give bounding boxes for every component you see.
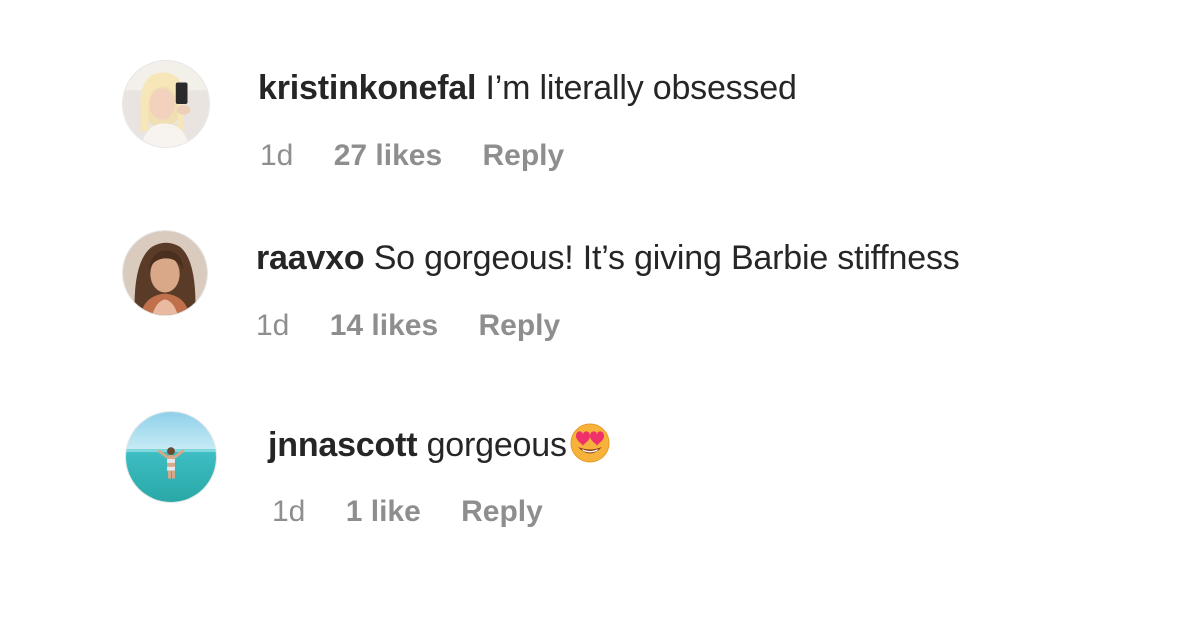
comment-text: kristinkonefal I’m literally obsessed	[258, 68, 797, 108]
avatar[interactable]	[122, 60, 210, 148]
comment-message: gorgeous	[426, 426, 567, 464]
comment-meta: 1d 1 like Reply	[272, 494, 543, 530]
avatar[interactable]	[125, 411, 217, 503]
comment-item: raavxo So gorgeous! It’s giving Barbie s…	[0, 230, 1200, 380]
avatar[interactable]	[122, 230, 208, 316]
reply-button[interactable]: Reply	[479, 308, 561, 344]
comment-username[interactable]: kristinkonefal	[258, 69, 476, 107]
reply-button[interactable]: Reply	[461, 494, 543, 530]
comment-time[interactable]: 1d	[256, 308, 289, 344]
comment-likes[interactable]: 14 likes	[330, 308, 438, 344]
comment-item: jnnascott gorgeous 1d 1 like Reply	[0, 410, 1200, 560]
comment-text: jnnascott gorgeous	[268, 422, 611, 465]
comment-message: I’m literally obsessed	[485, 69, 797, 107]
comment-username[interactable]: raavxo	[256, 239, 365, 277]
comment-username[interactable]: jnnascott	[268, 426, 418, 464]
comment-likes[interactable]: 27 likes	[334, 138, 442, 174]
reply-button[interactable]: Reply	[483, 138, 565, 174]
comment-time[interactable]: 1d	[272, 494, 305, 530]
avatar-image	[123, 231, 207, 315]
comment-text: raavxo So gorgeous! It’s giving Barbie s…	[256, 238, 960, 278]
heart-eyes-emoji-icon	[569, 422, 611, 464]
avatar-image	[123, 61, 209, 147]
avatar-image	[126, 412, 216, 502]
comment-time[interactable]: 1d	[260, 138, 293, 174]
comment-item: kristinkonefal I’m literally obsessed 1d…	[0, 60, 1200, 210]
comment-message: So gorgeous! It’s giving Barbie stiffnes…	[373, 239, 960, 277]
comment-likes[interactable]: 1 like	[346, 494, 421, 530]
comment-meta: 1d 14 likes Reply	[256, 308, 560, 344]
comment-meta: 1d 27 likes Reply	[260, 138, 564, 174]
